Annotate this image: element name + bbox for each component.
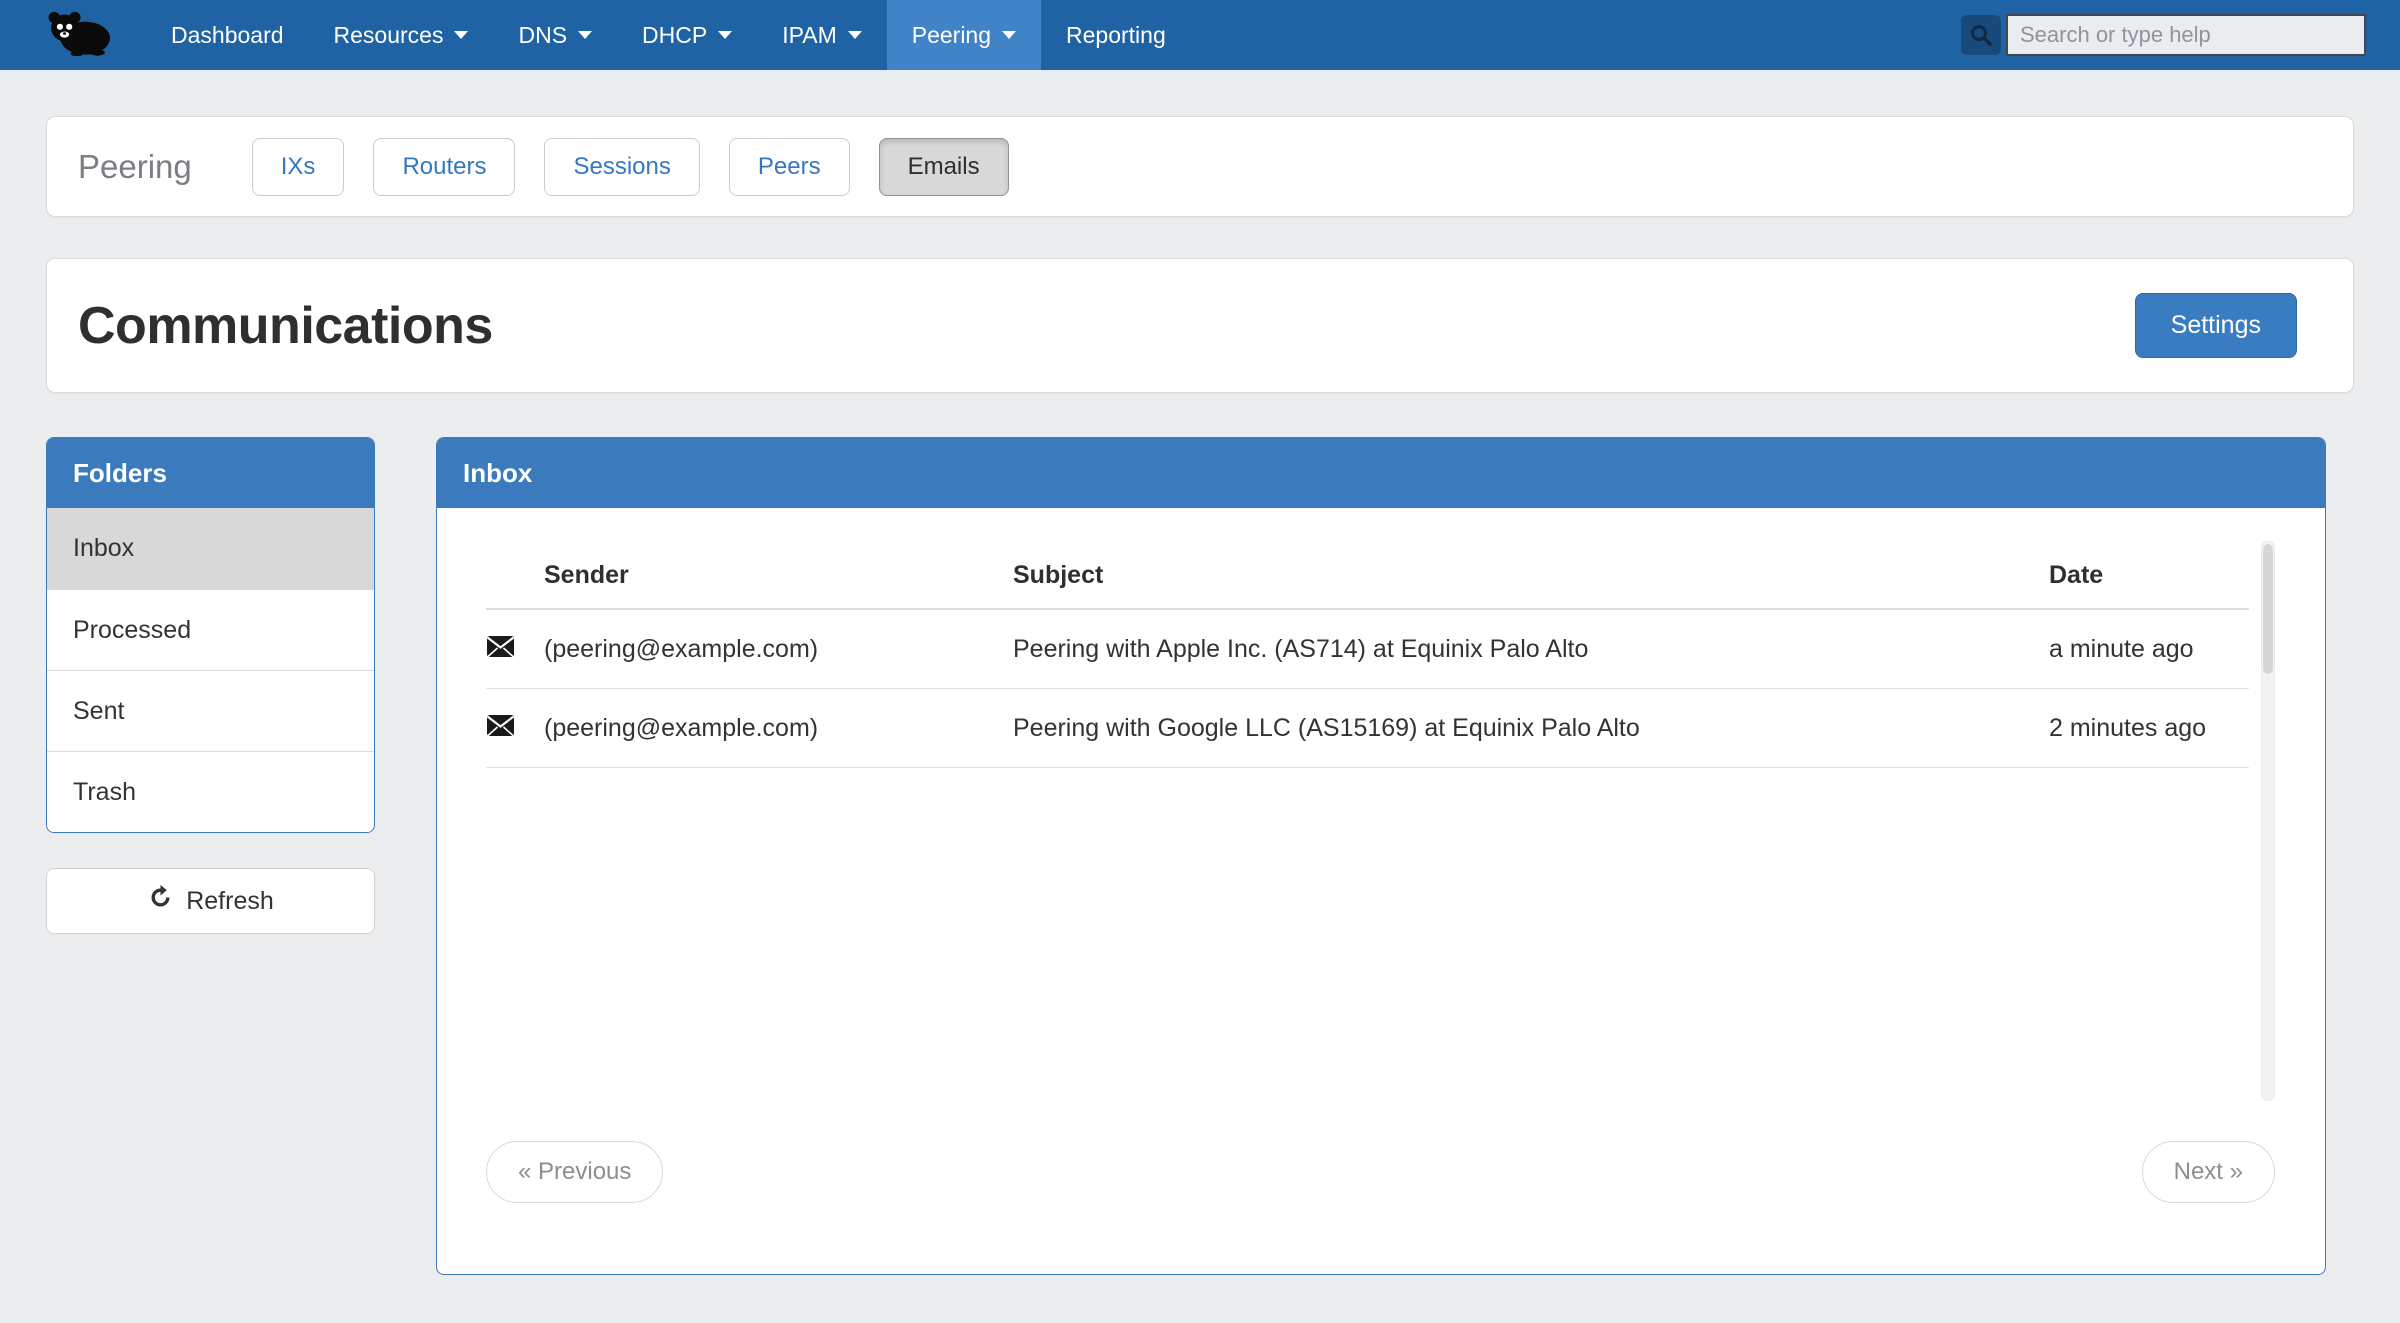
nav-item[interactable]: Dashboard xyxy=(146,0,309,70)
nav-item[interactable]: Resources xyxy=(309,0,494,70)
peering-tab-label: Routers xyxy=(402,153,486,180)
folder-item-label: Sent xyxy=(73,697,124,725)
email-sender: (peering@example.com) xyxy=(544,689,1013,768)
folder-item[interactable]: Trash xyxy=(47,751,374,832)
email-list-scrollbar[interactable] xyxy=(2261,541,2275,1101)
page-title: Communications xyxy=(78,296,493,356)
date-column-header: Date xyxy=(2049,541,2249,609)
peering-tab[interactable]: Routers xyxy=(373,138,515,196)
inbox-panel: Inbox Sender Subject Date xyxy=(436,437,2326,1275)
email-sender: (peering@example.com) xyxy=(544,609,1013,689)
caret-down-icon xyxy=(848,31,862,39)
email-table-header-row: Sender Subject Date xyxy=(486,541,2249,609)
envelope-icon xyxy=(486,715,515,743)
envelope-icon xyxy=(486,636,515,664)
search-icon[interactable] xyxy=(1961,15,2001,55)
subnav-title: Peering xyxy=(78,148,192,186)
subject-column-header: Subject xyxy=(1013,541,2049,609)
peering-tab[interactable]: Peers xyxy=(729,138,850,196)
peering-tab-label: Emails xyxy=(908,153,980,180)
peering-tab[interactable]: IXs xyxy=(252,138,345,196)
email-table: Sender Subject Date xyxy=(486,541,2249,768)
global-search xyxy=(1961,0,2366,70)
settings-button[interactable]: Settings xyxy=(2135,293,2297,358)
email-subject: Peering with Google LLC (AS15169) at Equ… xyxy=(1013,689,2049,768)
panda-logo-icon xyxy=(46,10,112,61)
nav-item-label: DNS xyxy=(518,22,567,49)
peering-tab-label: IXs xyxy=(281,153,316,180)
peering-subnav-panel: Peering IXs Routers Sessions Peers Email… xyxy=(46,116,2354,217)
caret-down-icon xyxy=(718,31,732,39)
refresh-icon xyxy=(147,884,174,918)
nav-item-label: Reporting xyxy=(1066,22,1166,49)
nav-item-label: Resources xyxy=(334,22,444,49)
caret-down-icon xyxy=(454,31,468,39)
peering-tab[interactable]: Emails xyxy=(879,138,1009,196)
folder-item[interactable]: Processed xyxy=(47,589,374,670)
search-input[interactable] xyxy=(2006,14,2366,56)
folders-sidebar: Folders Inbox Processed Sent Trash xyxy=(46,437,375,934)
nav-item[interactable]: Peering xyxy=(887,0,1041,70)
folders-panel: Folders Inbox Processed Sent Trash xyxy=(46,437,375,833)
folder-list: Inbox Processed Sent Trash xyxy=(47,508,374,832)
folder-item-label: Trash xyxy=(73,778,136,806)
email-subject: Peering with Apple Inc. (AS714) at Equin… xyxy=(1013,609,2049,689)
email-icon-cell xyxy=(486,689,544,768)
email-icon-cell xyxy=(486,609,544,689)
main-content: Folders Inbox Processed Sent Trash xyxy=(46,437,2326,1275)
email-date: 2 minutes ago xyxy=(2049,689,2249,768)
refresh-button[interactable]: Refresh xyxy=(46,868,375,934)
refresh-label: Refresh xyxy=(186,887,274,916)
email-rows: (peering@example.com) Peering with Apple… xyxy=(486,609,2249,768)
inbox-body: Sender Subject Date xyxy=(437,508,2325,1274)
previous-page-button[interactable]: « Previous xyxy=(486,1141,663,1203)
next-page-button[interactable]: Next » xyxy=(2142,1141,2275,1203)
nav-item[interactable]: DHCP xyxy=(617,0,757,70)
top-navbar: Dashboard Resources DNS DHCP IPAM Peerin… xyxy=(0,0,2400,70)
nav-item-label: Peering xyxy=(912,22,991,49)
nav-item[interactable]: DNS xyxy=(493,0,617,70)
nav-item[interactable]: Reporting xyxy=(1041,0,1191,70)
folder-item[interactable]: Sent xyxy=(47,670,374,751)
folders-panel-header: Folders xyxy=(47,438,374,508)
peering-tab-label: Peers xyxy=(758,153,821,180)
pagination: « Previous Next » xyxy=(486,1141,2275,1203)
folder-item-label: Processed xyxy=(73,616,191,644)
brand-logo[interactable] xyxy=(0,0,146,70)
peering-tab-label: Sessions xyxy=(573,153,670,180)
communications-header-panel: Communications Settings xyxy=(46,258,2354,393)
caret-down-icon xyxy=(578,31,592,39)
main-menu: Dashboard Resources DNS DHCP IPAM Peerin… xyxy=(146,0,1191,70)
email-row[interactable]: (peering@example.com) Peering with Googl… xyxy=(486,689,2249,768)
email-row[interactable]: (peering@example.com) Peering with Apple… xyxy=(486,609,2249,689)
nav-item-label: DHCP xyxy=(642,22,707,49)
folder-item[interactable]: Inbox xyxy=(47,508,374,589)
nav-item-label: IPAM xyxy=(782,22,837,49)
nav-item[interactable]: IPAM xyxy=(757,0,887,70)
peering-tabs: IXs Routers Sessions Peers Emails xyxy=(252,138,1038,196)
folder-item-label: Inbox xyxy=(73,534,134,562)
sender-column-header: Sender xyxy=(544,541,1013,609)
email-table-wrap: Sender Subject Date xyxy=(486,541,2275,1101)
email-date: a minute ago xyxy=(2049,609,2249,689)
caret-down-icon xyxy=(1002,31,1016,39)
nav-item-label: Dashboard xyxy=(171,22,284,49)
scrollbar-thumb[interactable] xyxy=(2263,544,2273,674)
inbox-panel-header: Inbox xyxy=(437,438,2325,508)
icon-column-header xyxy=(486,541,544,609)
peering-tab[interactable]: Sessions xyxy=(544,138,699,196)
